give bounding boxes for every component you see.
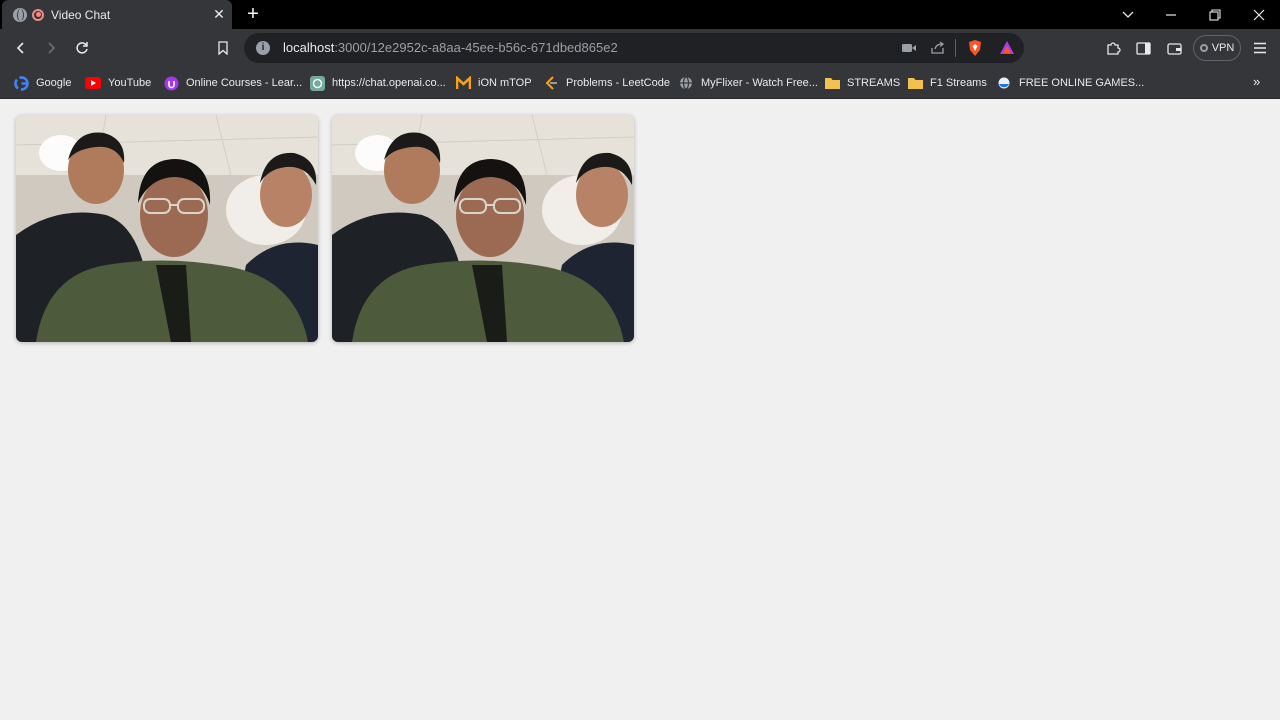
hamburger-menu-icon [1254, 42, 1266, 54]
menu-button[interactable] [1250, 38, 1270, 58]
camera-icon[interactable] [901, 42, 917, 54]
address-bar[interactable]: i localhost:3000/12e2952c-a8aa-45ee-b56c… [244, 33, 1024, 63]
puzzle-icon [1106, 41, 1121, 55]
bookmark-leetcode[interactable]: Problems - LeetCode [543, 74, 670, 92]
bookmark-online-courses[interactable]: Online Courses - Lear... [163, 74, 302, 92]
tab-video-chat[interactable]: Video Chat ✕ [2, 0, 232, 29]
bookmark-folder-f1-streams[interactable]: F1 Streams [907, 74, 987, 92]
restore-icon [1209, 8, 1221, 21]
folder-icon [907, 75, 923, 91]
url-path: :3000/12e2952c-a8aa-45ee-b56c-671dbed865… [334, 40, 618, 55]
bookmark-google[interactable]: Google [13, 74, 71, 92]
back-arrow-icon [16, 42, 24, 54]
wallet-icon [1166, 42, 1182, 55]
bookmark-myflixer[interactable]: MyFlixer - Watch Free... [678, 74, 818, 92]
bookmarks-bar: Google YouTube Online Courses - Lear... … [0, 67, 1280, 99]
url-host: localhost [283, 40, 335, 55]
video-chat-page [0, 100, 1280, 720]
share-icon[interactable] [930, 41, 946, 55]
forward-arrow-icon [48, 42, 56, 54]
folder-icon [824, 75, 840, 91]
bookmark-chatgpt[interactable]: https://chat.openai.co... [309, 74, 446, 92]
sidebar-button[interactable] [1133, 38, 1153, 58]
globe-icon [678, 75, 694, 91]
bookmark-icon [218, 41, 228, 55]
remote-video [332, 115, 634, 342]
vpn-label: VPN [1211, 42, 1235, 54]
extensions-button[interactable] [1103, 38, 1123, 58]
local-video [16, 115, 318, 342]
bookmarks-overflow-button[interactable]: » [1253, 74, 1260, 89]
bookmark-youtube[interactable]: YouTube [85, 74, 151, 92]
reload-button[interactable] [72, 38, 92, 58]
tab-title: Video Chat [51, 7, 111, 22]
globe-icon [13, 7, 27, 22]
vpn-status-icon [1199, 44, 1208, 52]
chevron-down-icon [1122, 11, 1134, 18]
bookmark-ion-mtop[interactable]: iON mTOP [455, 74, 532, 92]
bookmark-folder-streams[interactable]: STREAMS [824, 74, 900, 92]
reload-icon [76, 42, 88, 54]
back-button[interactable] [11, 38, 31, 58]
restore-button[interactable] [1195, 0, 1235, 29]
video-feed-image [332, 115, 634, 342]
sidebar-icon [1135, 41, 1151, 55]
address-url: localhost:3000/12e2952c-a8aa-45ee-b56c-6… [283, 40, 618, 55]
video-feed-image [16, 115, 318, 342]
leetcode-icon [543, 75, 559, 91]
vpn-button[interactable]: VPN [1193, 35, 1241, 61]
brave-shields-icon[interactable] [967, 39, 983, 57]
mtop-icon [455, 75, 471, 91]
brave-rewards-icon[interactable] [999, 40, 1015, 56]
site-info-icon[interactable]: i [256, 41, 270, 55]
games-icon [996, 75, 1012, 91]
forward-button[interactable] [41, 38, 61, 58]
udemy-icon [163, 75, 179, 91]
tab-strip: Video Chat ✕ + [0, 0, 1280, 29]
tab-search-button[interactable] [1108, 0, 1148, 29]
close-icon [1253, 9, 1265, 20]
openai-icon [309, 75, 325, 91]
bookmark-button[interactable] [213, 38, 233, 58]
bookmark-free-online-games[interactable]: FREE ONLINE GAMES... [996, 74, 1144, 92]
google-icon [13, 75, 29, 91]
close-window-button[interactable] [1239, 0, 1279, 29]
recording-icon [32, 8, 44, 21]
minimize-icon [1166, 13, 1176, 16]
browser-toolbar: i localhost:3000/12e2952c-a8aa-45ee-b56c… [0, 29, 1280, 67]
wallet-button[interactable] [1164, 38, 1184, 58]
youtube-icon [85, 75, 101, 91]
minimize-button[interactable] [1151, 0, 1191, 29]
tab-close-button[interactable]: ✕ [210, 6, 228, 24]
omnibox-divider [955, 39, 956, 57]
new-tab-button[interactable]: + [243, 4, 263, 24]
